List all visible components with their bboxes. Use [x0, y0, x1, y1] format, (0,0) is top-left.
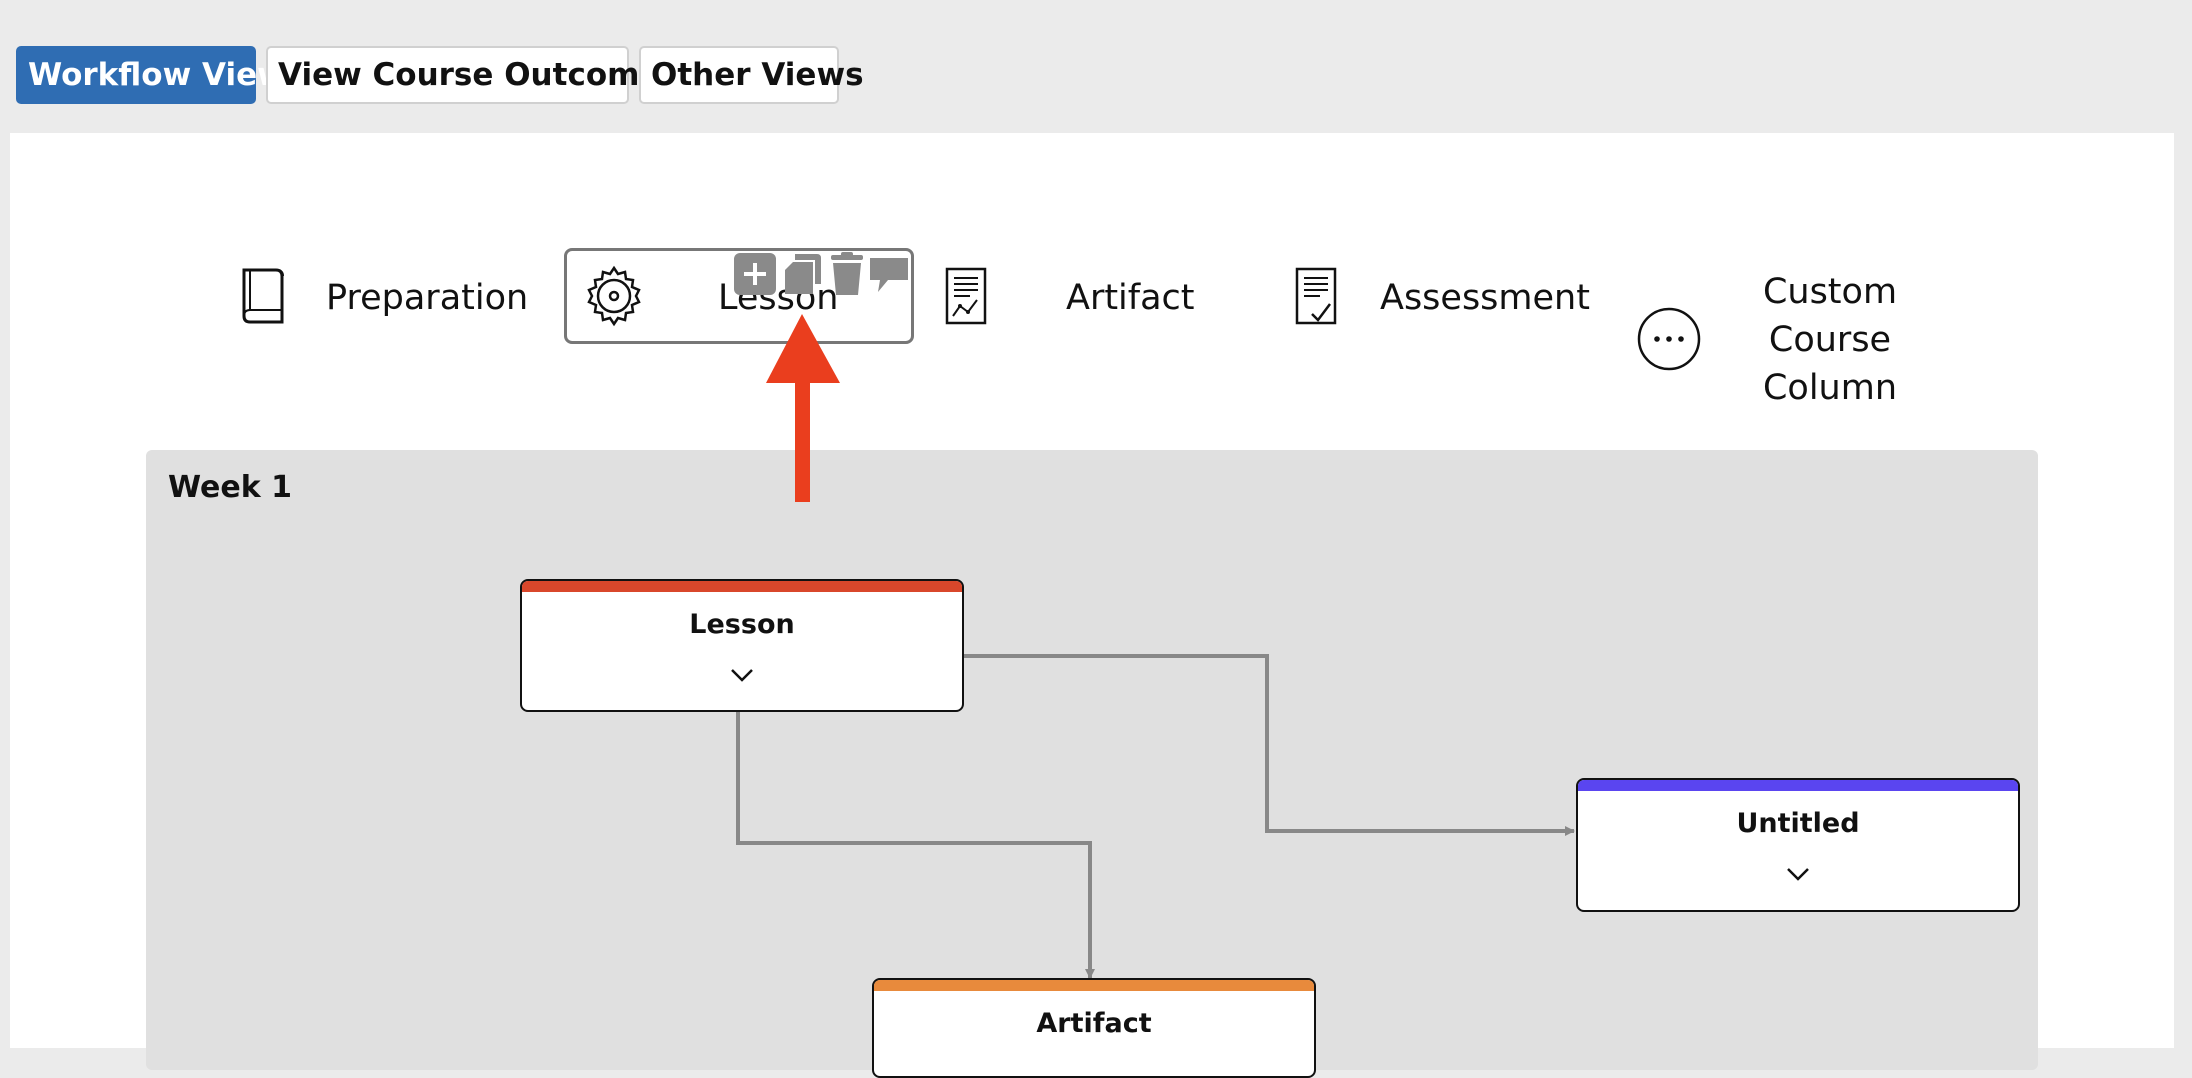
- document-check-icon: [1295, 267, 1337, 325]
- column-label-custom-course-column: Custom Course Column: [1762, 272, 1898, 408]
- duplicate-icon[interactable]: [783, 252, 823, 296]
- delete-icon[interactable]: [829, 252, 865, 296]
- week-title: Week 1: [168, 470, 292, 505]
- node-title: Lesson: [689, 609, 795, 640]
- node-color-bar: [874, 980, 1314, 991]
- week-block: [146, 450, 2038, 1070]
- column-label-preparation: Preparation: [326, 278, 529, 318]
- book-icon: [242, 268, 284, 324]
- ellipsis-circle-icon: [1637, 307, 1701, 371]
- column-label-assessment: Assessment: [1380, 278, 1590, 318]
- node-untitled[interactable]: Untitled: [1576, 778, 2020, 912]
- node-color-bar: [522, 581, 962, 592]
- tab-other-views[interactable]: Other Views: [639, 46, 864, 104]
- comment-icon[interactable]: [868, 256, 910, 296]
- node-artifact[interactable]: Artifact: [872, 978, 1316, 1078]
- add-icon[interactable]: [733, 252, 777, 296]
- node-color-bar: [1578, 780, 2018, 791]
- gear-icon: [587, 265, 641, 327]
- node-title: Artifact: [1036, 1008, 1152, 1039]
- column-label-artifact: Artifact: [1066, 278, 1195, 318]
- tab-workflow-view[interactable]: Workflow View: [16, 46, 286, 104]
- chevron-down-icon[interactable]: [730, 667, 754, 683]
- node-title: Untitled: [1736, 808, 1860, 839]
- tab-view-course-outcomes[interactable]: View Course Outcomes: [266, 46, 679, 104]
- document-chart-icon: [945, 267, 987, 325]
- node-lesson[interactable]: Lesson: [520, 579, 964, 712]
- chevron-down-icon[interactable]: [1786, 866, 1810, 882]
- view-tabs: Workflow View View Course Outcomes Other…: [16, 46, 864, 104]
